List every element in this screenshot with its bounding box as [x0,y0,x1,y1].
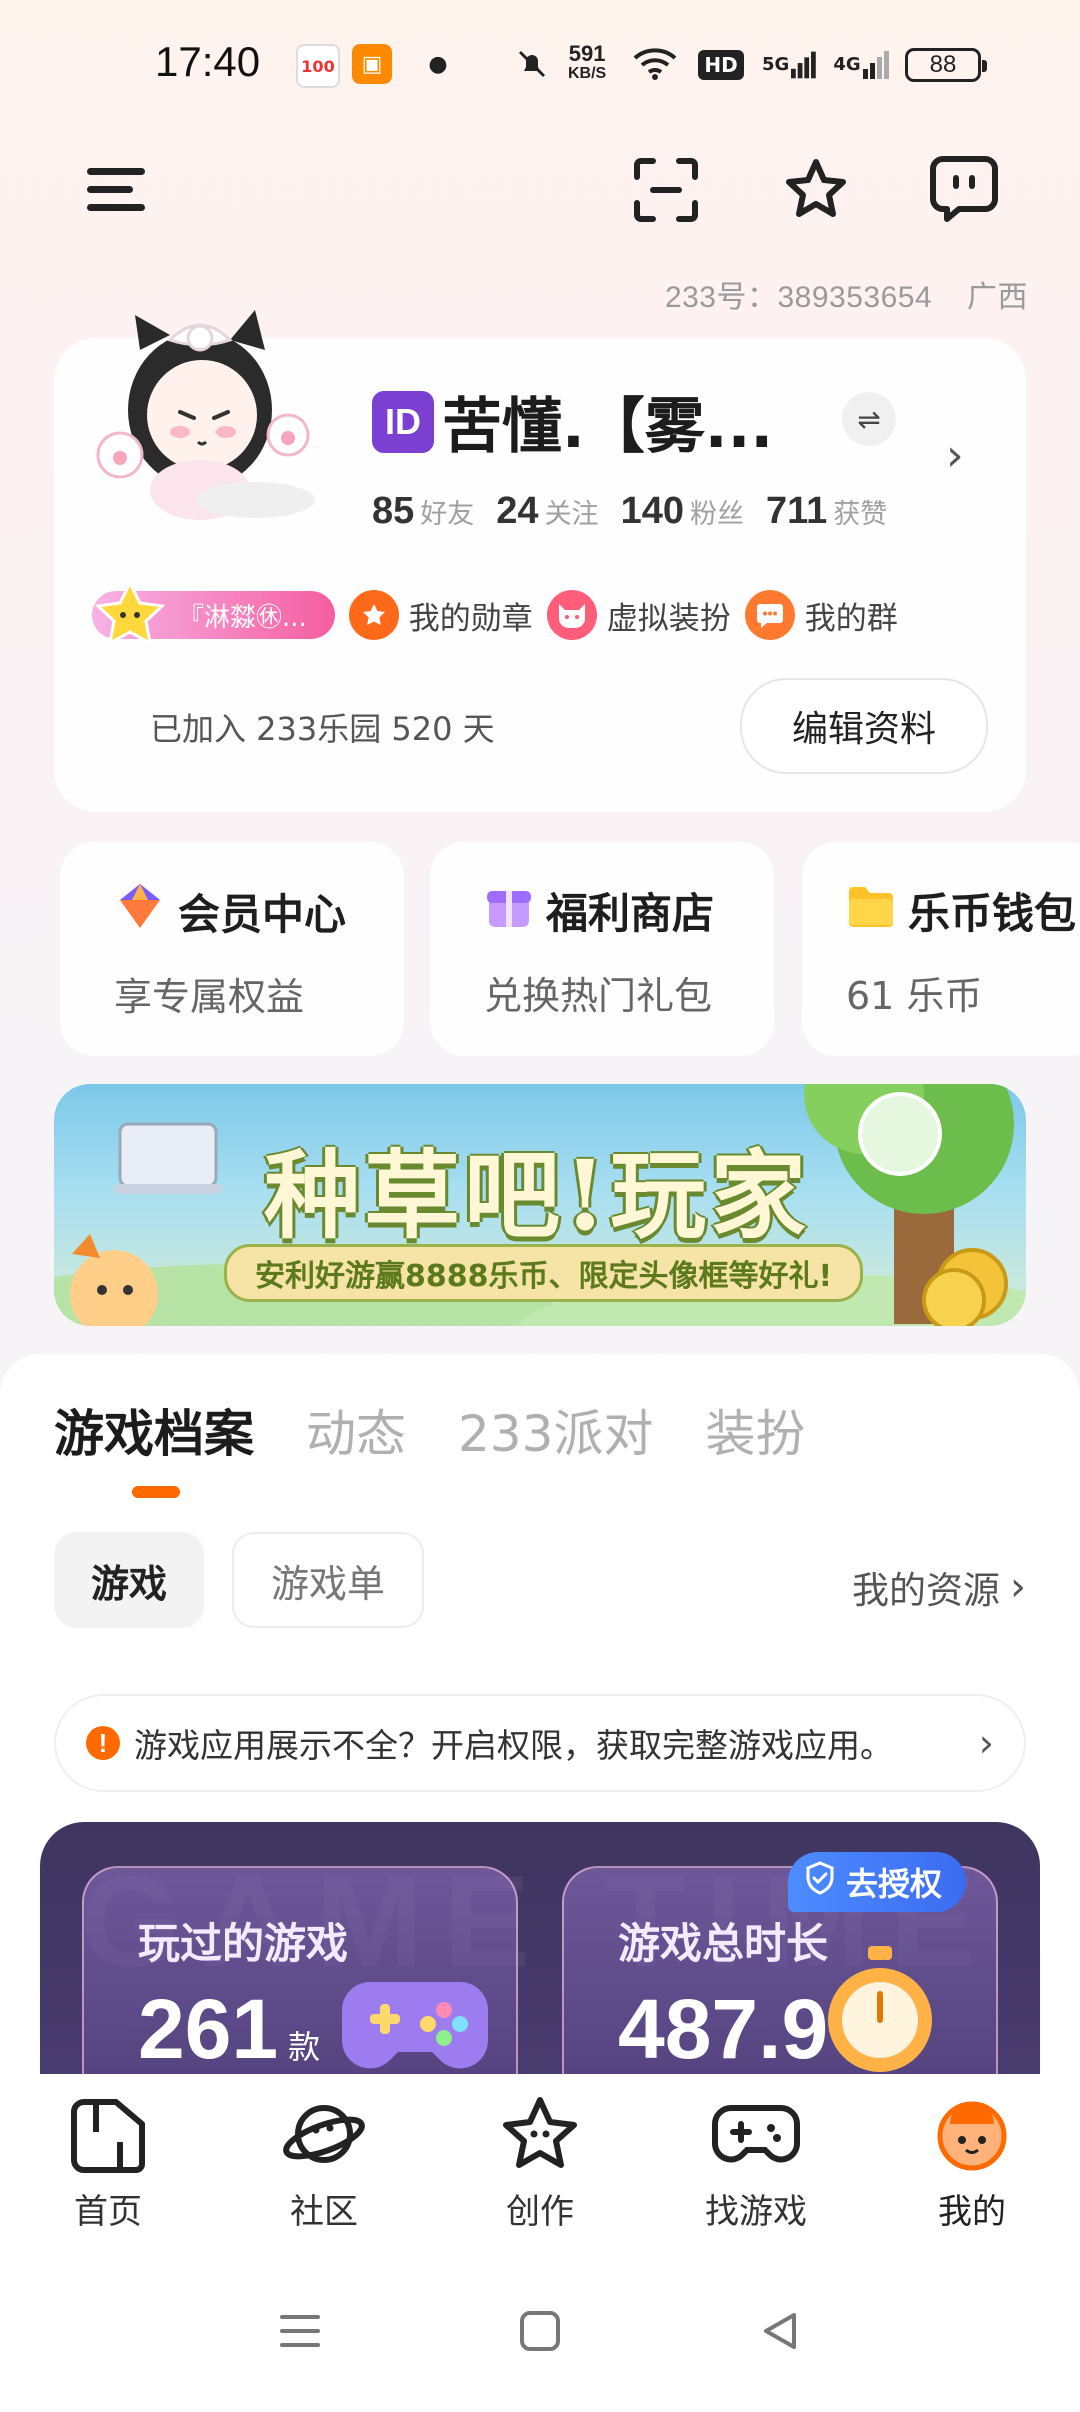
signal-4g-icon: 4G [832,44,892,84]
stat-likes[interactable]: 711 获赞 [766,490,887,533]
net-speed: 591 KB/S [568,41,607,83]
star-create-icon [503,2097,577,2168]
badge-row: 『淋㵘㊡... 我的勋章 虚拟装扮 我的群 [92,582,992,648]
back-icon[interactable] [758,2309,802,2357]
warning-icon: ! [86,1726,120,1760]
authorize-button[interactable]: 去授权 [788,1852,967,1912]
favorite-star-icon[interactable] [778,152,854,228]
vip-crystal-icon [114,880,166,942]
battery-indicator: 88 [905,48,987,82]
virtual-outfit-chip[interactable]: 虚拟装扮 [546,590,731,640]
nav-create[interactable]: 创作 [432,2074,648,2254]
permission-notice[interactable]: ! 游戏应用展示不全？开启权限，获取完整游戏应用。 › [54,1694,1026,1792]
profile-name: ID 苦懂.【雾... [372,378,773,465]
segment-games[interactable]: 游戏 [54,1532,204,1628]
tab-outfit[interactable]: 装扮 [705,1394,805,1466]
dot-icon: ● [428,51,448,77]
bottom-nav: 首页 社区 创作 找游戏 我的 [0,2074,1080,2254]
profile-stats: 85 好友 24 关注 140 粉丝 711 获赞 [372,490,887,533]
home-square-icon[interactable] [518,2309,562,2357]
stopwatch-icon [828,1946,932,2072]
segment-game-lists[interactable]: 游戏单 [232,1532,424,1628]
menu-icon[interactable] [78,152,154,228]
signal-5g-icon: 5G [762,44,818,84]
banner-title: 种草吧!玩家 [264,1139,811,1252]
coin-wallet-card[interactable]: 乐币钱包 61 乐币 [802,842,1080,1056]
user-233-id: 233号：389353654 [664,281,933,314]
profile-tabs: 游戏档案 动态 233派对 装扮 [54,1394,805,1466]
mute-icon [512,44,552,84]
status-time: 17:40 [155,38,261,85]
user-id-line: 233号：389353654 广西 [665,272,1028,316]
tab-233-party[interactable]: 233派对 [458,1394,653,1466]
stat-following[interactable]: 24 关注 [496,490,598,533]
welfare-shop-card[interactable]: 福利商店 兑换热门礼包 [430,842,774,1056]
app-notification-icon-2: ▣ [352,44,392,84]
planet-icon [283,2105,365,2163]
active-tab-indicator [132,1486,180,1498]
nav-home[interactable]: 首页 [0,2074,216,2254]
status-bar: 17:40 100 ▣ ● 591 KB/S HD 5G 4G 88 [0,0,1080,130]
home-icon [71,2099,145,2173]
gamepad-nav-icon [712,2105,800,2163]
my-medals-chip[interactable]: 我的勋章 [348,590,533,640]
nav-find-games[interactable]: 找游戏 [648,2074,864,2254]
hd-icon: HD [698,50,744,80]
gift-icon [484,881,534,941]
user-region: 广西 [967,281,1028,314]
scan-icon[interactable] [628,152,704,228]
edit-profile-button[interactable]: 编辑资料 [740,678,988,774]
my-groups-chip[interactable]: 我的群 [744,590,898,640]
chevron-right-icon[interactable]: › [946,430,964,481]
folder-icon [846,883,896,939]
medal-icon [348,590,399,640]
tab-activity[interactable]: 动态 [306,1394,406,1466]
nav-me[interactable]: 我的 [864,2074,1080,2254]
shield-check-icon [804,1861,836,1903]
my-resources-link[interactable]: 我的资源 › [852,1560,1026,1614]
notice-text: 游戏应用展示不全？开启权限，获取完整游戏应用。 [134,1726,893,1765]
chevron-right-icon: › [1010,1564,1026,1610]
nav-community[interactable]: 社区 [216,2074,432,2254]
stat-friends[interactable]: 85 好友 [372,490,474,533]
avatar[interactable] [80,280,330,530]
profile-name-text: 苦懂.【雾... [442,392,774,462]
id-badge-icon: ID [372,390,434,453]
cat-face-icon [546,590,597,640]
stat-fans[interactable]: 140 粉丝 [621,490,744,533]
app-notification-icon: 100 [296,44,340,88]
switch-account-icon[interactable]: ⇌ [842,392,896,446]
wifi-icon [630,44,680,84]
promo-banner[interactable]: 种草吧!玩家 安利好游赢8888乐币、限定头像框等好礼! [54,1084,1026,1326]
title-pill[interactable]: 『淋㵘㊡... [92,582,335,646]
star-title-icon [94,582,166,646]
message-icon[interactable] [926,150,1002,226]
vip-center-card[interactable]: 会员中心 享专属权益 [60,842,404,1056]
system-nav-bar [0,2254,1080,2412]
join-duration: 已加入 233乐园 520 天 [150,710,495,748]
banner-subtitle: 安利好游赢8888乐币、限定头像框等好礼! [224,1244,864,1302]
recent-apps-icon[interactable] [278,2311,322,2355]
tab-game-archive[interactable]: 游戏档案 [54,1394,254,1466]
me-face-icon [937,2101,1007,2171]
chat-bubble-icon [744,590,795,640]
chevron-right-icon: › [978,1721,994,1765]
gamepad-icon [341,1982,489,2069]
